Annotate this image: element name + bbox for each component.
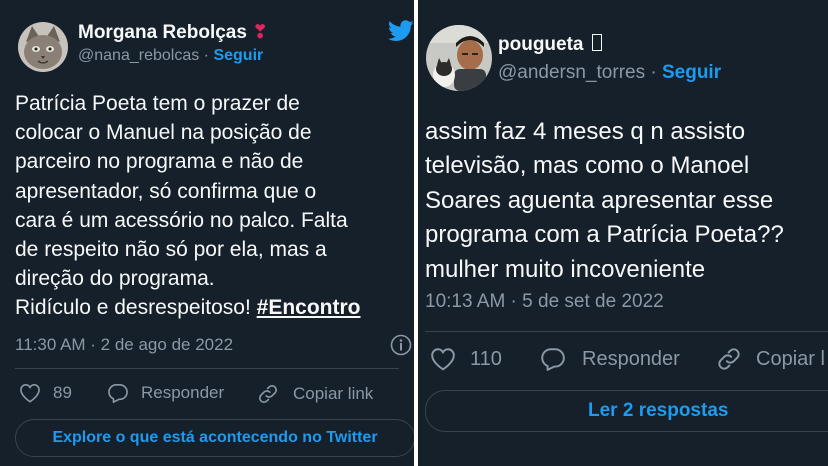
reply-label: Responder	[582, 347, 680, 370]
link-icon	[257, 383, 279, 405]
tweet-text-line: colocar o Manuel na posição de	[15, 121, 312, 145]
person-with-cat-avatar-icon	[426, 25, 492, 91]
heart-icon	[19, 383, 41, 403]
tweet-text-line: Patrícia Poeta tem o prazer de	[15, 92, 300, 115]
timestamp[interactable]: 11:30 AM · 2 de ago de 2022	[15, 335, 233, 355]
heart-icon	[430, 347, 456, 371]
tweet-text-line: apresentador, só confirma que o	[15, 179, 317, 203]
tweet-text-line: cara é um acessório no palco. Falta	[15, 208, 348, 232]
tweet-text-line: televisão, mas como o Manoel	[425, 152, 750, 180]
like-button[interactable]: 89	[19, 383, 72, 403]
info-icon[interactable]	[390, 334, 412, 356]
tweet-card-1: Morgana Rebolças ❣ @nana_rebolcas · Segu…	[0, 0, 414, 466]
tweet-text-line: mulher muito incoveniente	[425, 255, 706, 283]
tweet-card-2: pougueta @andersn_torres · Seguir assim …	[418, 0, 828, 466]
timestamp[interactable]: 10:13 AM · 5 de set de 2022	[425, 291, 664, 313]
tweet-text-last-line: Ridículo e desrespeitoso! #Encontro	[15, 293, 361, 322]
explore-twitter-button[interactable]: Explore o que está acontecendo no Twitte…	[15, 419, 414, 457]
read-replies-button[interactable]: Ler 2 respostas	[425, 390, 828, 432]
reply-label: Responder	[141, 383, 225, 402]
avatar[interactable]	[426, 25, 492, 91]
reply-button[interactable]: Responder	[540, 347, 680, 371]
user-handle[interactable]: @andersn_torres	[498, 62, 645, 83]
twitter-bird-icon[interactable]	[388, 20, 414, 42]
handle-row: @andersn_torres · Seguir	[498, 62, 721, 84]
tweet-text: assim faz 4 meses q n assisto televisão,…	[425, 115, 784, 287]
tweet-text-line: assim faz 4 meses q n assisto	[425, 118, 746, 145]
tweet-text-line: parceiro no programa e não de	[15, 150, 304, 174]
avatar[interactable]	[18, 22, 68, 72]
like-count: 89	[53, 383, 72, 402]
link-icon	[716, 346, 742, 372]
handle-row: @nana_rebolcas · Seguir	[78, 47, 263, 65]
separator-dot: ·	[203, 47, 209, 64]
display-name[interactable]: pougueta	[498, 34, 602, 56]
reply-icon	[107, 383, 129, 403]
user-handle[interactable]: @nana_rebolcas	[78, 47, 199, 64]
tweet-text: Patrícia Poeta tem o prazer de colocar o…	[15, 89, 361, 323]
like-button[interactable]: 110	[430, 347, 502, 371]
follow-button[interactable]: Seguir	[662, 62, 721, 83]
reply-icon	[540, 347, 566, 371]
reply-button[interactable]: Responder	[107, 383, 224, 403]
tweet-text-fragment: Ridículo e desrespeitoso!	[15, 296, 251, 320]
copy-link-button[interactable]: Copiar link	[257, 383, 373, 405]
follow-button[interactable]: Seguir	[213, 47, 263, 64]
copy-link-button[interactable]: Copiar l	[716, 346, 825, 372]
cat-avatar-icon	[18, 22, 68, 72]
like-count: 110	[470, 347, 502, 370]
divider	[425, 331, 828, 332]
tweet-text-line: Soares aguenta apresentar esse	[425, 186, 774, 214]
tweet-text-line: programa com a Patrícia Poeta??	[425, 221, 784, 249]
copy-link-label: Copiar l	[756, 347, 825, 370]
missing-glyph-icon	[591, 34, 602, 51]
hashtag-link[interactable]: #Encontro	[257, 296, 361, 319]
tweet-text-line: de respeito não só por ela, mas a	[15, 238, 327, 262]
tweet-text-line: direção do programa.	[15, 267, 215, 291]
separator-dot: ·	[650, 62, 657, 83]
heart-exclamation-emoji: ❣	[252, 22, 269, 43]
divider	[15, 368, 399, 369]
copy-link-label: Copiar link	[293, 384, 374, 403]
display-name[interactable]: Morgana Rebolças ❣	[78, 21, 268, 44]
